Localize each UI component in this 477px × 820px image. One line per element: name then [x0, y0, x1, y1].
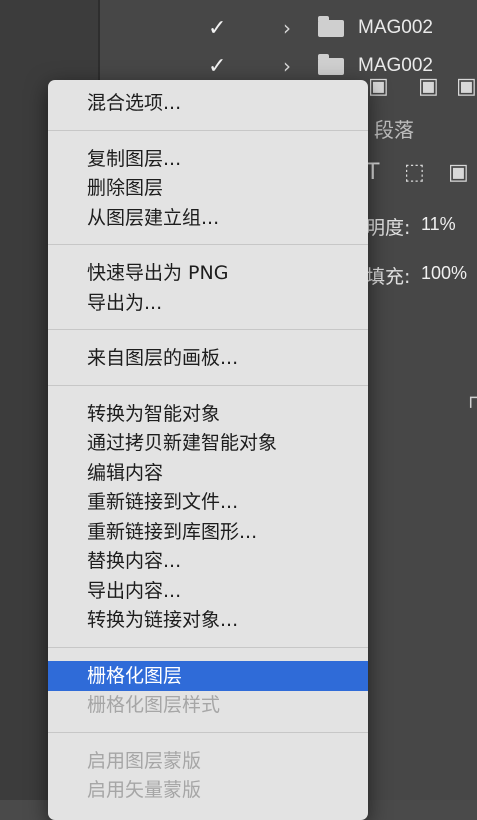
document-icon[interactable]: ▣: [448, 160, 469, 185]
folder-icon: [318, 53, 344, 75]
opacity-label: 明度:: [366, 217, 411, 239]
text-tool-icon[interactable]: T: [366, 160, 379, 185]
fill-value[interactable]: 100%: [421, 263, 467, 284]
menu-separator: [48, 329, 368, 330]
menu-item[interactable]: 转换为链接对象...: [48, 605, 368, 635]
lock-icon[interactable]: ⊓: [468, 392, 477, 413]
menu-separator: [48, 244, 368, 245]
visibility-check-icon[interactable]: ✓: [208, 54, 226, 79]
document-icon[interactable]: ▣: [368, 74, 389, 99]
menu-item[interactable]: 从图层建立组...: [48, 203, 368, 233]
menu-item[interactable]: 混合选项...: [48, 88, 368, 118]
menu-item[interactable]: 快速导出为 PNG: [48, 258, 368, 288]
menu-separator: [48, 731, 368, 733]
document-icon[interactable]: ▣: [418, 74, 439, 99]
menu-item: 启用矢量蒙版: [87, 779, 202, 801]
menu-item[interactable]: 通过拷贝新建智能对象: [48, 428, 368, 458]
chevron-right-icon[interactable]: ›: [283, 16, 291, 40]
context-menu: 混合选项... 复制图层... 删除图层 从图层建立组... 快速导出为 PNG 导出为.…: [48, 80, 368, 820]
document-icon[interactable]: ▣: [456, 74, 477, 99]
menu-item: 栅格化图层样式: [87, 694, 221, 716]
menu-separator: [48, 384, 368, 386]
menu-separator: [48, 646, 368, 648]
folder-icon: [318, 15, 344, 37]
menu-item[interactable]: 导出内容...: [48, 576, 368, 606]
transform-icon[interactable]: ⬚: [404, 160, 425, 185]
menu-item[interactable]: 导出为...: [48, 288, 368, 318]
menu-item[interactable]: 替换内容...: [48, 546, 368, 576]
menu-item[interactable]: 转换为智能对象: [48, 399, 368, 429]
visibility-check-icon[interactable]: ✓: [208, 16, 226, 41]
menu-item[interactable]: 重新链接到库图形...: [48, 517, 368, 547]
menu-item: 启用图层蒙版: [87, 749, 202, 772]
opacity-value[interactable]: 11%: [421, 214, 456, 235]
tab-paragraph[interactable]: 段落: [374, 114, 414, 143]
menu-item[interactable]: 删除图层: [48, 173, 368, 203]
menu-item[interactable]: 重新链接到文件...: [48, 487, 368, 517]
menu-item[interactable]: 编辑内容: [48, 458, 368, 488]
layer-name: MAG002: [358, 17, 433, 38]
menu-separator: [48, 129, 368, 131]
menu-item[interactable]: 来自图层的画板...: [48, 343, 368, 373]
layer-row[interactable]: ✓ › MAG002: [100, 8, 477, 48]
fill-label: 填充:: [366, 266, 411, 288]
menu-item[interactable]: 复制图层...: [48, 144, 368, 174]
chevron-right-icon[interactable]: ›: [283, 54, 291, 78]
menu-item[interactable]: 栅格化图层: [48, 660, 368, 691]
